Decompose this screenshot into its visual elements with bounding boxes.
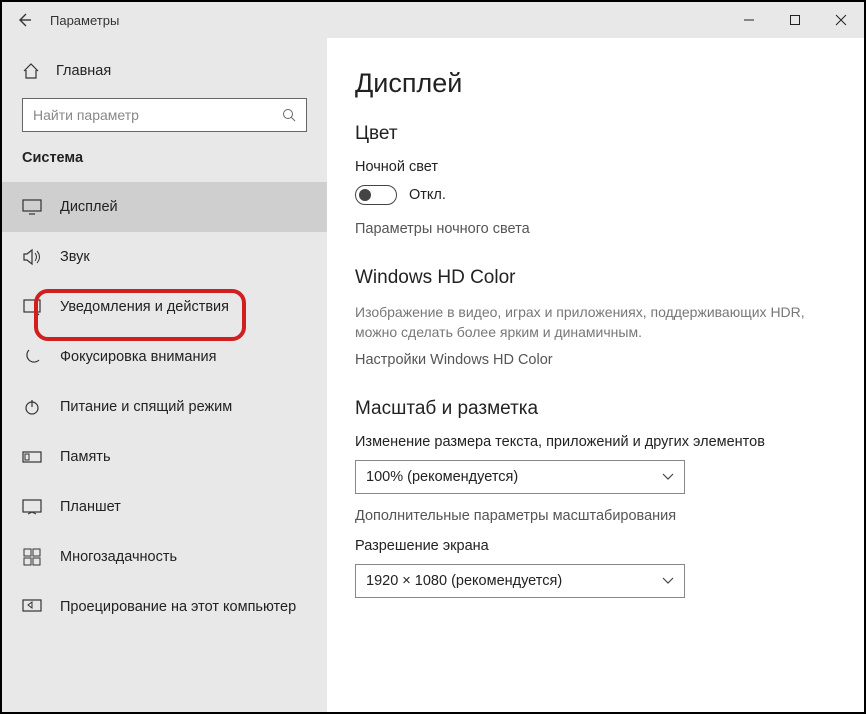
sound-icon: [22, 247, 42, 267]
nav-power[interactable]: Питание и спящий режим: [2, 382, 327, 432]
nav-item-label: Многозадачность: [60, 549, 177, 565]
nav-multitask[interactable]: Многозадачность: [2, 532, 327, 582]
scale-heading: Масштаб и разметка: [355, 398, 836, 420]
nav-sound[interactable]: Звук: [2, 232, 327, 282]
night-light-label: Ночной свет: [355, 159, 836, 175]
power-icon: [22, 397, 42, 417]
home-label: Главная: [56, 63, 111, 79]
search-container: [2, 98, 327, 132]
night-light-toggle[interactable]: [355, 185, 397, 205]
close-button[interactable]: [818, 2, 864, 38]
search-input[interactable]: [33, 107, 282, 123]
scale-value: 100% (рекомендуется): [366, 469, 518, 485]
arrow-left-icon: [16, 12, 32, 28]
home-button[interactable]: Главная: [2, 52, 327, 90]
maximize-icon: [789, 14, 801, 26]
nav-projecting[interactable]: Проецирование на этот компьютер: [2, 582, 327, 632]
hd-description: Изображение в видео, играх и приложениях…: [355, 303, 836, 342]
nav-item-label: Проецирование на этот компьютер: [60, 599, 296, 615]
nav-item-label: Планшет: [60, 499, 121, 515]
focus-icon: [22, 347, 42, 367]
toggle-knob: [359, 189, 371, 201]
chevron-down-icon: [662, 577, 674, 585]
notifications-icon: [22, 297, 42, 317]
hd-heading: Windows HD Color: [355, 267, 836, 289]
color-heading: Цвет: [355, 123, 836, 145]
minimize-button[interactable]: [726, 2, 772, 38]
night-light-toggle-row: Откл.: [355, 185, 836, 205]
nav-item-label: Фокусировка внимания: [60, 349, 216, 365]
minimize-icon: [743, 14, 755, 26]
advanced-scaling-link[interactable]: Дополнительные параметры масштабирования: [355, 508, 836, 524]
search-icon: [282, 108, 296, 122]
nav-item-label: Уведомления и действия: [60, 299, 229, 315]
nav-focus[interactable]: Фокусировка внимания: [2, 332, 327, 382]
content-area[interactable]: Дисплей Цвет Ночной свет Откл. Параметры…: [327, 38, 864, 712]
projecting-icon: [22, 597, 42, 617]
nav-item-label: Питание и спящий режим: [60, 399, 232, 415]
multitask-icon: [22, 547, 42, 567]
toggle-state-label: Откл.: [409, 187, 446, 203]
resolution-value: 1920 × 1080 (рекомендуется): [366, 573, 562, 589]
nav-display[interactable]: Дисплей: [2, 182, 327, 232]
storage-icon: [22, 447, 42, 467]
tablet-icon: [22, 497, 42, 517]
nav-tablet[interactable]: Планшет: [2, 482, 327, 532]
resolution-dropdown[interactable]: 1920 × 1080 (рекомендуется): [355, 564, 685, 598]
scale-dropdown[interactable]: 100% (рекомендуется): [355, 460, 685, 494]
nav-item-label: Дисплей: [60, 199, 118, 215]
search-box[interactable]: [22, 98, 307, 132]
nav-notifications[interactable]: Уведомления и действия: [2, 282, 327, 332]
window-title: Параметры: [50, 13, 119, 28]
nav-item-label: Звук: [60, 249, 90, 265]
window-controls: [726, 2, 864, 38]
sidebar: Главная Система Дисплей Звук: [2, 38, 327, 712]
nav-storage[interactable]: Память: [2, 432, 327, 482]
close-icon: [835, 14, 847, 26]
resolution-label: Разрешение экрана: [355, 538, 836, 554]
titlebar: Параметры: [2, 2, 864, 38]
hd-settings-link[interactable]: Настройки Windows HD Color: [355, 352, 836, 368]
maximize-button[interactable]: [772, 2, 818, 38]
chevron-down-icon: [662, 473, 674, 481]
page-title: Дисплей: [355, 68, 836, 99]
nav-list: Дисплей Звук Уведомления и действия Фоку…: [2, 182, 327, 632]
night-light-settings-link[interactable]: Параметры ночного света: [355, 221, 836, 237]
nav-item-label: Память: [60, 449, 111, 465]
sidebar-section-label: Система: [2, 150, 327, 166]
scale-label: Изменение размера текста, приложений и д…: [355, 434, 836, 450]
settings-window: Параметры Главная Система: [0, 0, 866, 714]
display-icon: [22, 197, 42, 217]
home-icon: [22, 62, 40, 80]
back-button[interactable]: [2, 2, 46, 38]
